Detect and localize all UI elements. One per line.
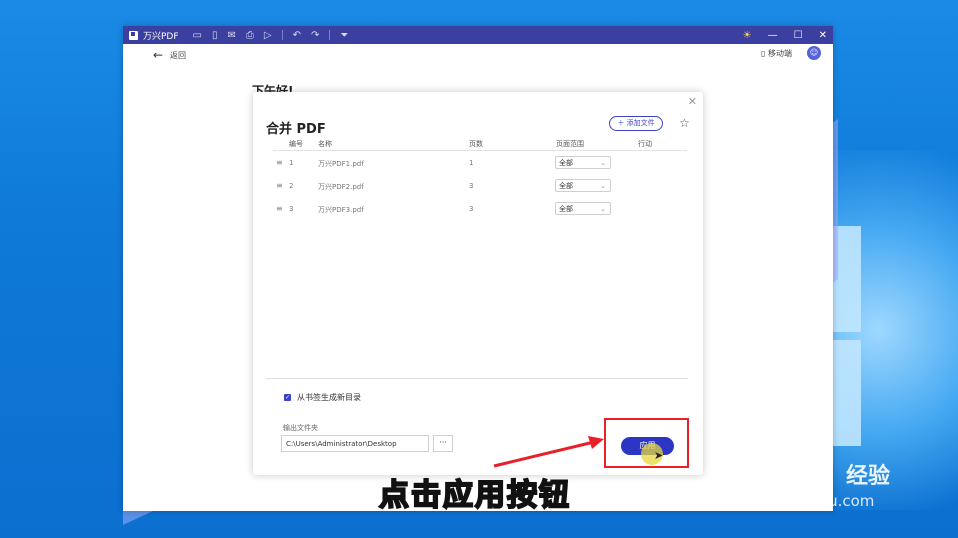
app-logo-icon	[129, 30, 138, 40]
column-header-range: 页面范围	[556, 140, 584, 148]
page-count: 3	[469, 205, 474, 213]
folder-icon[interactable]: ▭	[193, 30, 202, 41]
column-header-name: 名称	[318, 140, 332, 148]
footer-divider	[266, 378, 688, 379]
mobile-label: 移动端	[767, 49, 792, 58]
mouse-pointer-icon: ➤	[654, 449, 664, 462]
page-range-value: 全部	[559, 205, 573, 213]
row-number: 3	[289, 205, 294, 213]
undo-icon[interactable]: ↶	[293, 30, 301, 41]
mobile-button[interactable]: ▯ 移动端	[761, 48, 792, 59]
close-icon[interactable]: ✕	[688, 95, 697, 108]
chevron-down-icon: ⌄	[600, 182, 606, 190]
page-range-select[interactable]: 全部 ⌄	[555, 179, 611, 192]
page-count: 3	[469, 182, 474, 190]
add-file-button[interactable]: ＋ 添加文件	[609, 116, 663, 131]
column-header-action: 行动	[638, 140, 652, 148]
chevron-down-icon: ⌄	[600, 159, 606, 167]
phone-icon: ▯	[761, 49, 766, 58]
star-icon[interactable]: ☆	[679, 116, 690, 130]
drag-handle-icon[interactable]: ≡	[276, 158, 283, 167]
redo-icon[interactable]: ↷	[311, 30, 319, 41]
browse-button[interactable]: ···	[433, 435, 453, 452]
row-number: 2	[289, 182, 294, 190]
column-header-pages: 页数	[469, 140, 483, 148]
file-name: 万兴PDF1.pdf	[318, 160, 364, 168]
top-bar: ← 返回 ▯ 移动端 ☺	[123, 44, 833, 66]
table-row[interactable]: ≡ 1 万兴PDF1.pdf 1 全部 ⌄	[253, 153, 703, 175]
toolbar-divider	[329, 30, 331, 40]
sun-icon[interactable]: ☀	[743, 30, 752, 41]
back-arrow-icon[interactable]: ←	[153, 48, 163, 62]
row-number: 1	[289, 159, 294, 167]
header-divider	[273, 150, 687, 151]
pointer-arrow	[493, 436, 604, 468]
add-file-label: 添加文件	[626, 119, 655, 127]
page-count: 1	[469, 159, 474, 167]
page-range-select[interactable]: 全部 ⌄	[555, 156, 611, 169]
watermark-cn: 经验	[846, 464, 891, 489]
paw-icon: ❀	[802, 448, 826, 481]
dropdown-icon[interactable]: ⏷	[340, 30, 348, 41]
title-bar: 万兴PDF ▭ ▯ ✉ ⎙ ▷ ↶ ↷ ⏷ ☀ — ☐ ✕	[123, 26, 833, 44]
column-header-number: 编号	[289, 140, 303, 148]
chevron-down-icon: ⌄	[600, 205, 606, 213]
drag-handle-icon[interactable]: ≡	[276, 204, 283, 213]
page-range-value: 全部	[559, 159, 573, 167]
dialog-title: 合并 PDF	[266, 122, 326, 137]
file-name: 万兴PDF3.pdf	[318, 206, 364, 214]
mail-icon[interactable]: ✉	[228, 30, 236, 41]
maximize-icon[interactable]: ☐	[794, 30, 803, 41]
avatar[interactable]: ☺	[807, 46, 821, 60]
output-folder-label: 输出文件夹	[283, 424, 318, 432]
document-icon[interactable]: ▯	[212, 30, 218, 41]
window-controls: ☀ — ☐ ✕	[743, 26, 827, 44]
output-folder-field[interactable]: C:\Users\Administrator\Desktop	[281, 435, 429, 452]
bookmark-toc-label[interactable]: 从书签生成新目录	[297, 392, 361, 403]
bookmark-toc-checkbox[interactable]: ✓	[284, 394, 291, 401]
toolbar-divider	[281, 30, 283, 40]
windows-logo-pane	[833, 340, 861, 446]
back-label[interactable]: 返回	[170, 50, 186, 61]
drag-handle-icon[interactable]: ≡	[276, 181, 283, 190]
caption-text: 点击应用按钮	[378, 477, 571, 514]
print-icon[interactable]: ⎙	[246, 30, 254, 41]
close-icon[interactable]: ✕	[819, 30, 827, 41]
table-row[interactable]: ≡ 3 万兴PDF3.pdf 3 全部 ⌄	[253, 199, 703, 221]
play-icon[interactable]: ▷	[264, 30, 272, 41]
page-range-value: 全部	[559, 182, 573, 190]
watermark-url: jingyan.baidu.com	[736, 492, 875, 510]
table-row[interactable]: ≡ 2 万兴PDF2.pdf 3 全部 ⌄	[253, 176, 703, 198]
page-range-select[interactable]: 全部 ⌄	[555, 202, 611, 215]
file-name: 万兴PDF2.pdf	[318, 183, 364, 191]
app-title: 万兴PDF	[143, 31, 179, 42]
minimize-icon[interactable]: —	[768, 30, 778, 41]
